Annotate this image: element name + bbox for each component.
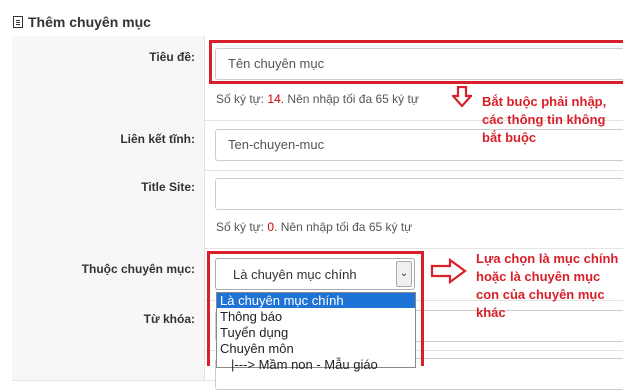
title-site-char-count: Số ký tự: 0. Nên nhập tối đa 65 ký tự	[216, 220, 413, 234]
arrow-right-icon	[430, 258, 467, 284]
annotation-required: Bắt buộc phải nhập, các thông tin không …	[482, 94, 607, 145]
label-title: Tiêu đề:	[149, 50, 195, 64]
title-char-count: Số ký tự: 14. Nên nhập tối đa 65 ký tự	[216, 92, 419, 106]
document-icon	[13, 16, 23, 28]
highlight-category-select	[207, 251, 424, 366]
arrow-down-icon	[452, 86, 472, 108]
label-keywords: Từ khóa:	[143, 312, 195, 326]
label-parent-category: Thuộc chuyên mục:	[81, 262, 195, 276]
label-title-site: Title Site:	[141, 180, 195, 194]
section-title: Thêm chuyên mục	[28, 14, 151, 30]
label-static-link: Liên kết tĩnh:	[120, 132, 195, 146]
title-site-input[interactable]	[215, 178, 623, 210]
highlight-title-input	[209, 40, 623, 84]
annotation-choose: Lựa chọn là mục chính hoặc là chuyên mục…	[476, 251, 619, 320]
